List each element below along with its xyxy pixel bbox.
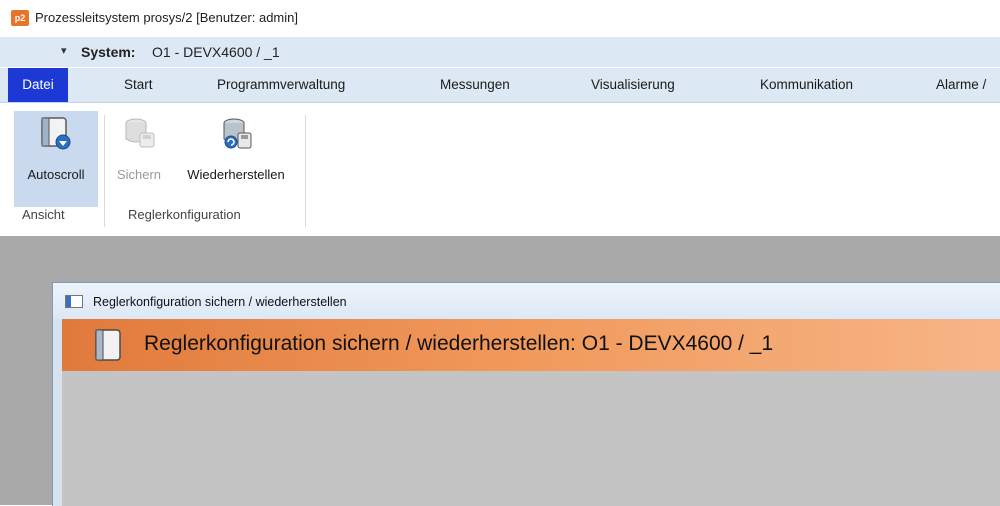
menu-kommunikation[interactable]: Kommunikation <box>760 68 853 102</box>
app-logo-icon: p2 <box>11 10 29 26</box>
child-window-border <box>53 319 62 506</box>
child-window-titlebar[interactable]: Reglerkonfiguration sichern / wiederhers… <box>53 283 1000 319</box>
wiederherstellen-button[interactable]: Wiederherstellen <box>170 111 302 207</box>
group-label-reglerkonfiguration: Reglerkonfiguration <box>128 207 241 222</box>
group-separator <box>104 115 105 227</box>
child-window: Reglerkonfiguration sichern / wiederhers… <box>52 282 1000 506</box>
window-title: Prozessleitsystem prosys/2 [Benutzer: ad… <box>35 10 298 25</box>
system-label: System: <box>81 44 136 60</box>
child-window-title: Reglerkonfiguration sichern / wiederhers… <box>93 295 347 309</box>
autoscroll-icon <box>41 117 71 150</box>
ribbon: Autoscroll Ansicht Sichern Wiederherstel… <box>0 103 1000 235</box>
sichern-label: Sichern <box>116 167 162 182</box>
system-value[interactable]: O1 - DEVX4600 / _1 <box>152 44 280 60</box>
system-bar: ▾ System: O1 - DEVX4600 / _1 <box>0 37 1000 67</box>
database-save-icon <box>125 118 155 148</box>
menu-start[interactable]: Start <box>124 68 153 102</box>
group-label-ansicht: Ansicht <box>22 207 65 222</box>
menu-alarme[interactable]: Alarme / <box>936 68 986 102</box>
window-icon <box>65 295 83 308</box>
group-separator <box>305 115 306 227</box>
menu-datei[interactable]: Datei <box>8 68 68 102</box>
menu-messungen[interactable]: Messungen <box>440 68 510 102</box>
autoscroll-button[interactable]: Autoscroll <box>14 111 98 207</box>
collapse-icon[interactable]: ▾ <box>61 44 67 57</box>
menu-visualisierung[interactable]: Visualisierung <box>591 68 675 102</box>
sichern-button[interactable]: Sichern <box>108 111 170 207</box>
menu-programmverwaltung[interactable]: Programmverwaltung <box>217 68 345 102</box>
wiederherstellen-label: Wiederherstellen <box>187 167 285 182</box>
database-restore-icon <box>223 118 252 149</box>
child-window-body <box>62 371 1000 506</box>
menu-bar: Datei Start Programmverwaltung Messungen… <box>0 68 1000 103</box>
window-titlebar: p2 Prozessleitsystem prosys/2 [Benutzer:… <box>0 0 1000 36</box>
child-window-header: Reglerkonfiguration sichern / wiederhers… <box>62 319 1000 371</box>
document-icon <box>95 329 121 361</box>
child-header-text: Reglerkonfiguration sichern / wiederhers… <box>144 332 774 355</box>
autoscroll-label: Autoscroll <box>27 167 85 182</box>
